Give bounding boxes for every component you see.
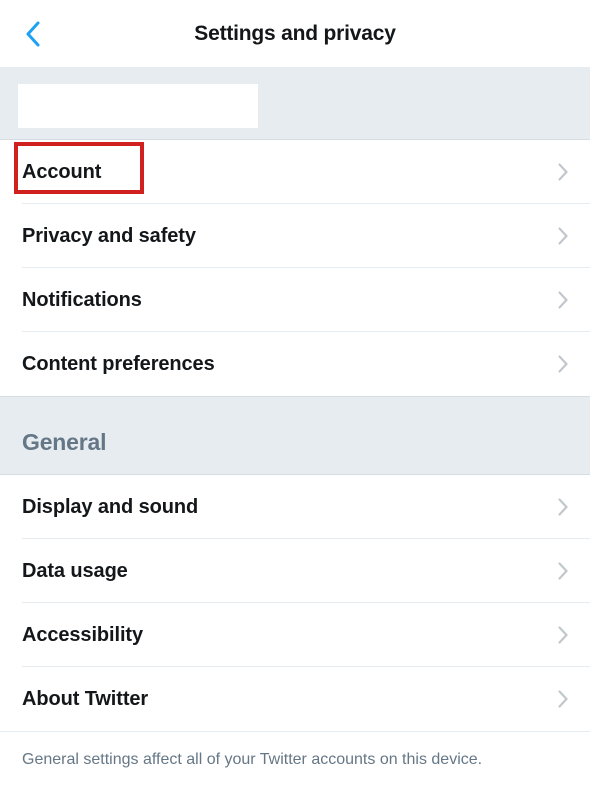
menu-item-content-preferences[interactable]: Content preferences	[0, 332, 590, 396]
section-header-title: General	[22, 429, 568, 456]
chevron-right-icon	[558, 291, 568, 309]
chevron-right-icon	[558, 227, 568, 245]
chevron-right-icon	[558, 163, 568, 181]
menu-item-label: Data usage	[22, 560, 128, 583]
menu-item-label: About Twitter	[22, 688, 148, 711]
chevron-left-icon	[25, 21, 41, 47]
menu-section-1: Account Privacy and safety Notifications…	[0, 140, 590, 396]
chevron-right-icon	[558, 355, 568, 373]
menu-item-label: Privacy and safety	[22, 225, 196, 248]
menu-item-accessibility[interactable]: Accessibility	[0, 603, 590, 667]
header: Settings and privacy	[0, 0, 590, 68]
menu-item-data-usage[interactable]: Data usage	[0, 539, 590, 603]
menu-item-label: Account	[22, 161, 101, 184]
section-footer-note: General settings affect all of your Twit…	[0, 731, 590, 789]
section-header-general: General	[0, 396, 590, 475]
username-placeholder	[18, 84, 258, 128]
menu-item-label: Display and sound	[22, 496, 198, 519]
menu-section-2: Display and sound Data usage Accessibili…	[0, 475, 590, 731]
back-button[interactable]	[18, 19, 48, 49]
chevron-right-icon	[558, 562, 568, 580]
menu-item-label: Accessibility	[22, 624, 143, 647]
chevron-right-icon	[558, 626, 568, 644]
menu-item-display-and-sound[interactable]: Display and sound	[0, 475, 590, 539]
chevron-right-icon	[558, 498, 568, 516]
menu-item-notifications[interactable]: Notifications	[0, 268, 590, 332]
menu-item-label: Notifications	[22, 289, 142, 312]
menu-item-label: Content preferences	[22, 353, 215, 376]
menu-item-about-twitter[interactable]: About Twitter	[0, 667, 590, 731]
chevron-right-icon	[558, 690, 568, 708]
menu-item-privacy-and-safety[interactable]: Privacy and safety	[0, 204, 590, 268]
menu-item-account[interactable]: Account	[0, 140, 590, 204]
page-title: Settings and privacy	[0, 22, 590, 46]
